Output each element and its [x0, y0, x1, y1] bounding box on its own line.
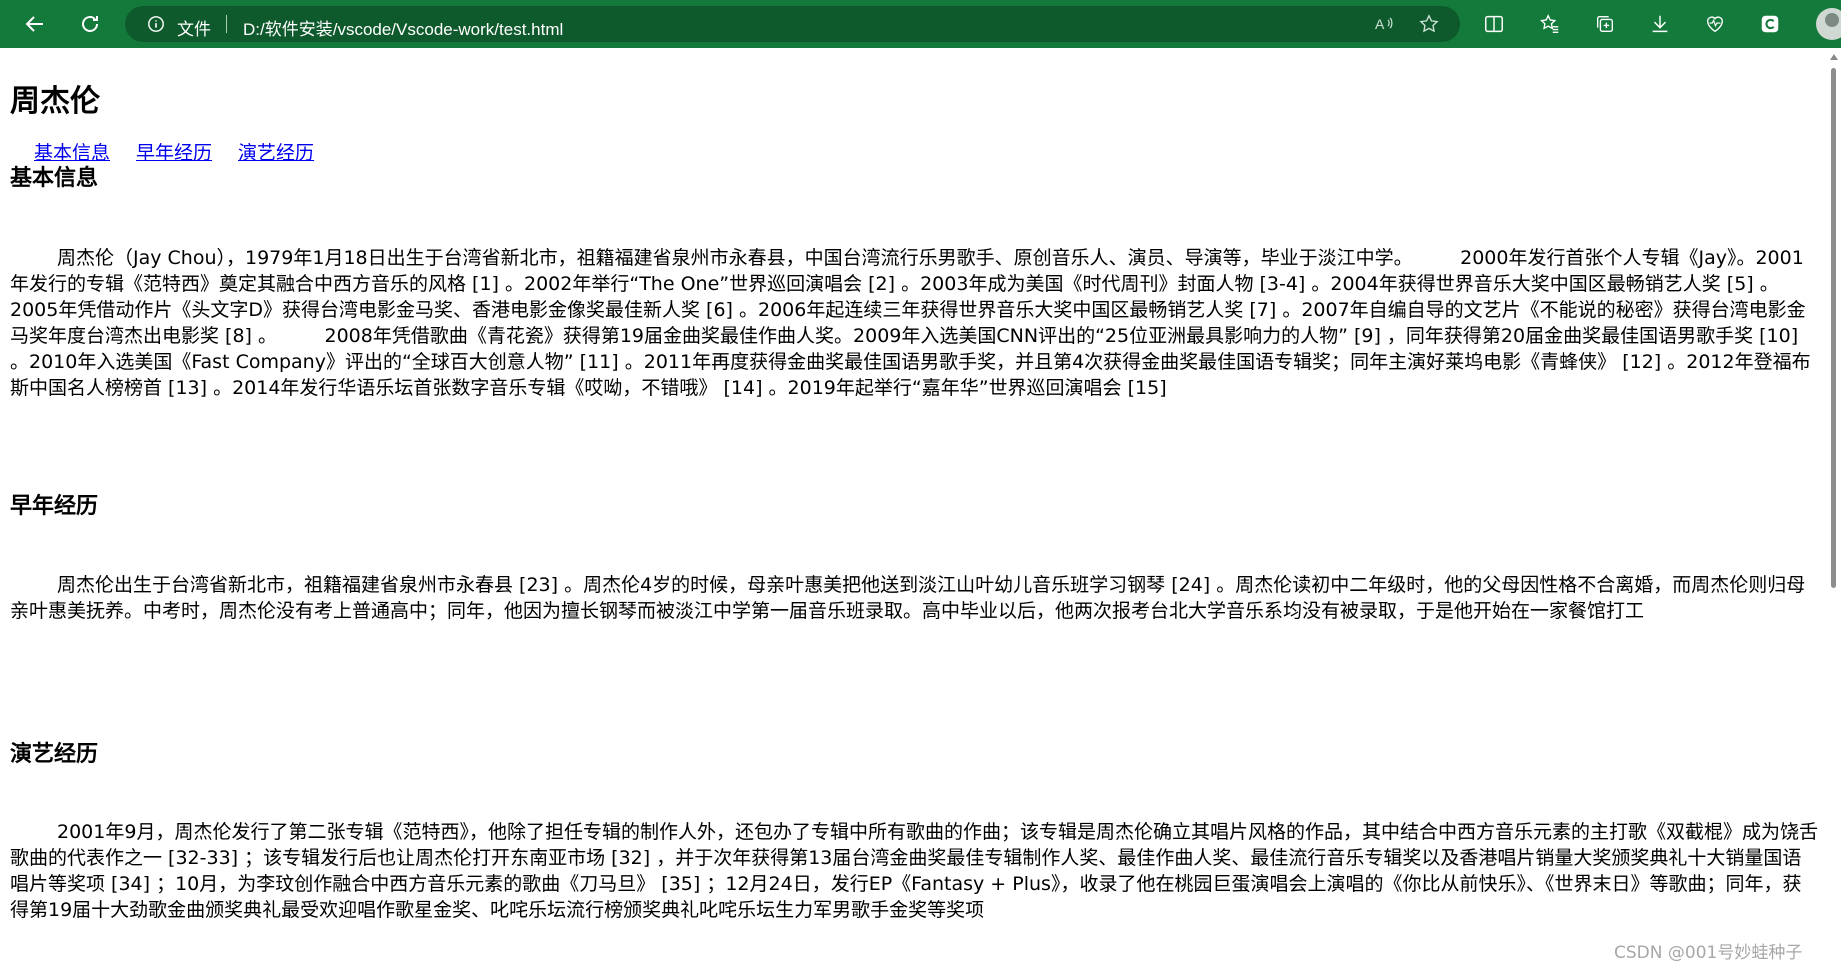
- refresh-icon: [82, 16, 98, 32]
- toc-link-early-life[interactable]: 早年经历: [136, 142, 212, 164]
- browser-toolbar: 文件 D:/软件安装/vscode/Vscode-work/test.html …: [0, 0, 1841, 48]
- performance-icon: [1706, 16, 1724, 33]
- section-heading-early-life: 早年经历: [10, 494, 99, 519]
- svg-text:A: A: [1375, 16, 1385, 32]
- collections-button[interactable]: [1592, 11, 1618, 37]
- section-text-early-life: 周杰伦出生于台湾省新北市，祖籍福建省泉州市永春县 [23] 。周杰伦4岁的时候，…: [10, 574, 1806, 622]
- read-aloud-icon[interactable]: A: [1374, 14, 1394, 34]
- favorites-icon: [1540, 14, 1559, 33]
- section-heading-career: 演艺经历: [10, 742, 99, 767]
- downloads-icon: [1652, 15, 1668, 33]
- favorite-star-icon[interactable]: [1418, 13, 1440, 35]
- favorites-button[interactable]: [1537, 11, 1563, 37]
- refresh-button[interactable]: [76, 10, 104, 38]
- collections-icon: [1596, 15, 1614, 33]
- downloads-button[interactable]: [1647, 11, 1673, 37]
- back-button[interactable]: [21, 10, 49, 38]
- split-screen-icon: [1485, 15, 1503, 33]
- copilot-icon: [1761, 15, 1779, 33]
- back-icon: [25, 16, 43, 32]
- page-content: 周杰伦 基本信息 早年经历 演艺经历 基本信息 周杰伦（Jay Chou），1979…: [0, 48, 1826, 975]
- file-label: 文件: [177, 20, 211, 40]
- watermark: CSDN @001号妙蛙种子: [1614, 943, 1803, 963]
- scroll-up-arrow-icon[interactable]: [1830, 54, 1838, 60]
- copilot-button[interactable]: [1757, 11, 1783, 37]
- toc-link-career[interactable]: 演艺经历: [238, 142, 314, 164]
- vertical-scrollbar[interactable]: [1826, 48, 1841, 975]
- avatar[interactable]: [1816, 8, 1841, 40]
- page-title: 周杰伦: [10, 84, 100, 119]
- info-icon[interactable]: [147, 15, 165, 33]
- performance-button[interactable]: [1702, 11, 1728, 37]
- section-heading-basic-info: 基本信息: [10, 166, 99, 191]
- section-text-career: 2001年9月，周杰伦发行了第二张专辑《范特西》，他除了担任专辑的制作人外，还包…: [10, 821, 1818, 921]
- split-screen-button[interactable]: [1481, 11, 1507, 37]
- scroll-thumb[interactable]: [1831, 68, 1836, 588]
- address-divider: [226, 15, 227, 33]
- address-bar[interactable]: 文件 D:/软件安装/vscode/Vscode-work/test.html …: [125, 6, 1460, 42]
- section-text-basic-info: 周杰伦（Jay Chou），1979年1月18日出生于台湾省新北市，祖籍福建省泉…: [10, 247, 1811, 399]
- url-text[interactable]: D:/软件安装/vscode/Vscode-work/test.html: [243, 15, 563, 40]
